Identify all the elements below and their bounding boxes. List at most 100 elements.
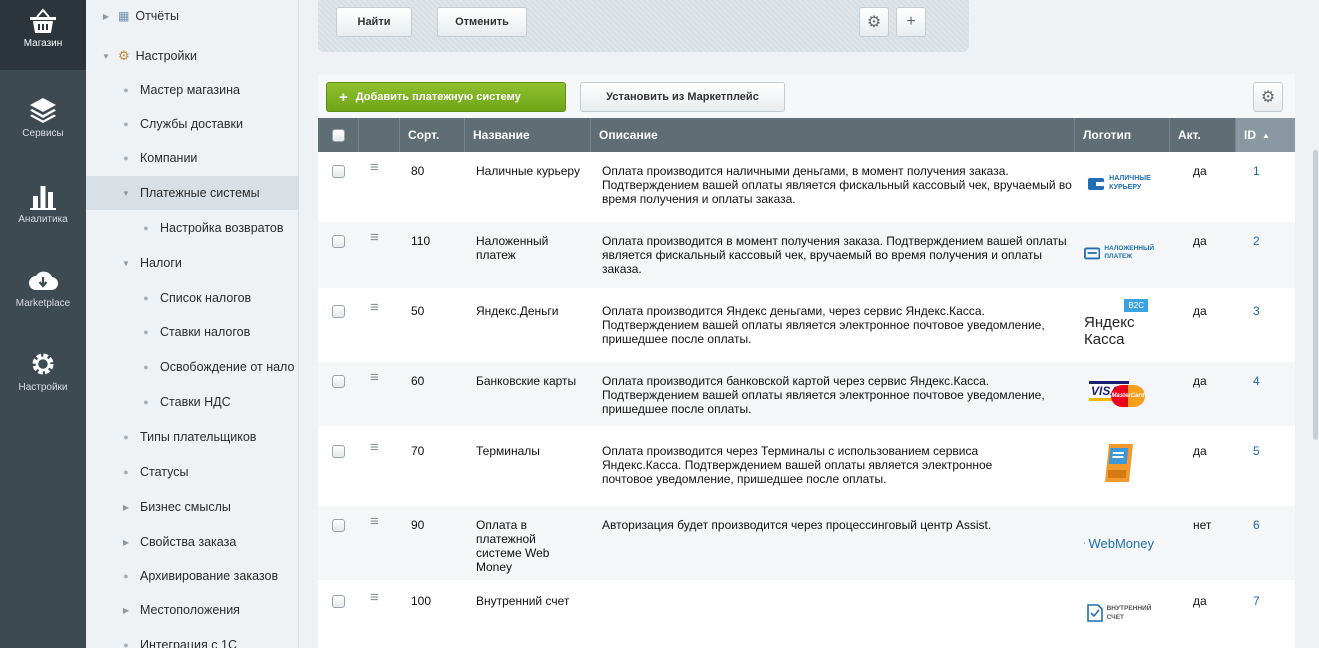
tree-item-vat-rates[interactable]: ● Ставки НДС bbox=[86, 385, 298, 419]
rail-item-services[interactable]: Сервисы bbox=[0, 96, 86, 156]
logo-text: Яндекс Касса bbox=[1084, 313, 1135, 348]
rail-item-settings[interactable]: Настройки bbox=[0, 350, 86, 410]
tree-item-refund-settings[interactable]: ● Настройка возвратов bbox=[86, 211, 298, 245]
header-label: ID bbox=[1244, 128, 1256, 142]
globe-icon bbox=[1084, 542, 1086, 544]
row-checkbox[interactable] bbox=[332, 445, 345, 458]
bullet-icon: ● bbox=[123, 467, 129, 477]
tree-item-payer-types[interactable]: ● Типы плательщиков bbox=[86, 420, 298, 454]
plus-icon: + bbox=[906, 13, 916, 30]
drag-handle-icon[interactable]: ≡ bbox=[370, 514, 379, 529]
collapse-arrow-icon[interactable]: ▼ bbox=[120, 259, 132, 268]
bullet-icon: ● bbox=[143, 362, 149, 372]
drag-handle-icon[interactable]: ≡ bbox=[370, 440, 379, 455]
tree-item-reports[interactable]: ▶ ▦ Отчёты bbox=[86, 2, 298, 30]
tree-label: Службы доставки bbox=[140, 117, 243, 131]
tree-label: Свойства заказа bbox=[140, 535, 237, 549]
logo-text: ПЛАТЕЖ bbox=[1104, 253, 1133, 260]
column-header-id[interactable]: ID ▲ bbox=[1235, 118, 1295, 152]
table-row[interactable]: ≡ 110 Наложенный платеж Оплата производи… bbox=[318, 222, 1295, 288]
tree-item-business-meanings[interactable]: ▶ Бизнес смыслы bbox=[86, 490, 298, 524]
find-button[interactable]: Найти bbox=[336, 7, 412, 37]
cell-sort: 80 bbox=[411, 164, 425, 178]
drag-handle-icon[interactable]: ≡ bbox=[370, 230, 379, 245]
logo-text: КУРЬЕРУ bbox=[1109, 184, 1142, 191]
filter-settings-button[interactable]: ⚙ bbox=[859, 7, 889, 37]
cell-id-link[interactable]: 4 bbox=[1253, 374, 1260, 388]
drag-handle-icon[interactable]: ≡ bbox=[370, 300, 379, 315]
wallet-icon bbox=[1088, 178, 1105, 190]
cell-id-link[interactable]: 3 bbox=[1253, 304, 1260, 318]
row-checkbox[interactable] bbox=[332, 519, 345, 532]
tree-item-tax-exemption[interactable]: ● Освобождение от нало bbox=[86, 350, 298, 384]
cell-sort: 50 bbox=[411, 304, 425, 318]
tree-item-delivery[interactable]: ● Службы доставки bbox=[86, 107, 298, 141]
expand-arrow-icon[interactable]: ▶ bbox=[120, 538, 132, 547]
cell-description: Оплата производится через Терминалы с ис… bbox=[602, 444, 993, 486]
row-checkbox[interactable] bbox=[332, 305, 345, 318]
drag-handle-icon[interactable]: ≡ bbox=[370, 590, 379, 605]
rail-item-marketplace[interactable]: Marketplace bbox=[0, 268, 86, 328]
cancel-button[interactable]: Отменить bbox=[437, 7, 527, 37]
logo-text: СЧЕТ bbox=[1106, 614, 1124, 621]
scrollbar-thumb[interactable] bbox=[1313, 150, 1318, 440]
tree-item-order-properties[interactable]: ▶ Свойства заказа bbox=[86, 525, 298, 559]
install-from-marketplace-button[interactable]: Установить из Маркетплейс bbox=[580, 82, 785, 112]
collapse-arrow-icon[interactable]: ▼ bbox=[120, 189, 132, 198]
page-scrollbar[interactable] bbox=[1311, 0, 1319, 648]
drag-handle-icon[interactable]: ≡ bbox=[370, 160, 379, 175]
rail-item-analytics[interactable]: Аналитика bbox=[0, 182, 86, 242]
cell-name: Яндекс.Деньги bbox=[476, 304, 559, 318]
tree-item-tax-rates[interactable]: ● Ставки налогов bbox=[86, 315, 298, 349]
tree-label: Отчёты bbox=[135, 9, 179, 23]
bullet-icon: ● bbox=[123, 153, 129, 163]
column-header-description[interactable]: Описание bbox=[590, 118, 1074, 152]
tree-item-1c-integration[interactable]: ● Интеграция с 1С bbox=[86, 628, 298, 648]
tree-item-settings[interactable]: ▼ ⚙ Настройки bbox=[86, 39, 298, 73]
cell-id-link[interactable]: 5 bbox=[1253, 444, 1260, 458]
tree-item-order-archiving[interactable]: ● Архивирование заказов bbox=[86, 559, 298, 593]
column-header-name[interactable]: Название bbox=[464, 118, 590, 152]
table-row[interactable]: ≡ 60 Банковские карты Оплата производитс… bbox=[318, 362, 1295, 426]
expand-arrow-icon[interactable]: ▶ bbox=[120, 503, 132, 512]
column-header-logo[interactable]: Логотип bbox=[1074, 118, 1169, 152]
drag-handle-icon[interactable]: ≡ bbox=[370, 370, 379, 385]
add-payment-system-button[interactable]: + Добавить платежную систему bbox=[326, 82, 566, 112]
cell-id-link[interactable]: 2 bbox=[1253, 234, 1260, 248]
expand-arrow-icon[interactable]: ▶ bbox=[100, 12, 112, 21]
row-checkbox[interactable] bbox=[332, 595, 345, 608]
tree-item-companies[interactable]: ● Компании bbox=[86, 141, 298, 175]
cell-id-link[interactable]: 7 bbox=[1253, 594, 1260, 608]
column-header-active[interactable]: Акт. bbox=[1169, 118, 1235, 152]
tree-item-locations[interactable]: ▶ Местоположения bbox=[86, 593, 298, 627]
collapse-arrow-icon[interactable]: ▼ bbox=[100, 52, 112, 61]
cell-active: да bbox=[1193, 444, 1207, 458]
table-row[interactable]: ≡ 100 Внутренний счет ВНУТРЕННИЙ СЧЕТ да… bbox=[318, 582, 1295, 648]
cell-id-link[interactable]: 6 bbox=[1253, 518, 1260, 532]
tree-item-payment-systems[interactable]: ▼ Платежные системы bbox=[86, 176, 298, 210]
basket-icon bbox=[30, 8, 56, 33]
cell-sort: 60 bbox=[411, 374, 425, 388]
tree-item-tax-list[interactable]: ● Список налогов bbox=[86, 281, 298, 315]
tree-item-taxes[interactable]: ▼ Налоги bbox=[86, 246, 298, 280]
row-checkbox[interactable] bbox=[332, 165, 345, 178]
tree-label: Настройки bbox=[135, 49, 197, 63]
add-filter-button[interactable]: + bbox=[896, 7, 926, 37]
table-row[interactable]: ≡ 80 Наличные курьеру Оплата производитс… bbox=[318, 152, 1295, 214]
table-row[interactable]: ≡ 90 Оплата в платежной системе Web Mone… bbox=[318, 506, 1295, 580]
cell-sort: 70 bbox=[411, 444, 425, 458]
rail-item-shop[interactable]: Магазин bbox=[0, 0, 86, 70]
grid-settings-button[interactable]: ⚙ bbox=[1253, 82, 1283, 112]
tree-label: Местоположения bbox=[140, 603, 240, 617]
tree-item-statuses[interactable]: ● Статусы bbox=[86, 455, 298, 489]
table-header: Сорт. Название Описание Логотип Акт. ID … bbox=[318, 118, 1295, 152]
column-header-sort[interactable]: Сорт. bbox=[399, 118, 464, 152]
table-row[interactable]: ≡ 50 Яндекс.Деньги Оплата производится Я… bbox=[318, 292, 1295, 358]
table-row[interactable]: ≡ 70 Терминалы Оплата производится через… bbox=[318, 432, 1295, 502]
select-all-checkbox[interactable] bbox=[331, 128, 345, 142]
tree-item-shop-wizard[interactable]: ● Мастер магазина bbox=[86, 73, 298, 107]
row-checkbox[interactable] bbox=[332, 375, 345, 388]
cell-id-link[interactable]: 1 bbox=[1253, 164, 1260, 178]
row-checkbox[interactable] bbox=[332, 235, 345, 248]
expand-arrow-icon[interactable]: ▶ bbox=[120, 606, 132, 615]
